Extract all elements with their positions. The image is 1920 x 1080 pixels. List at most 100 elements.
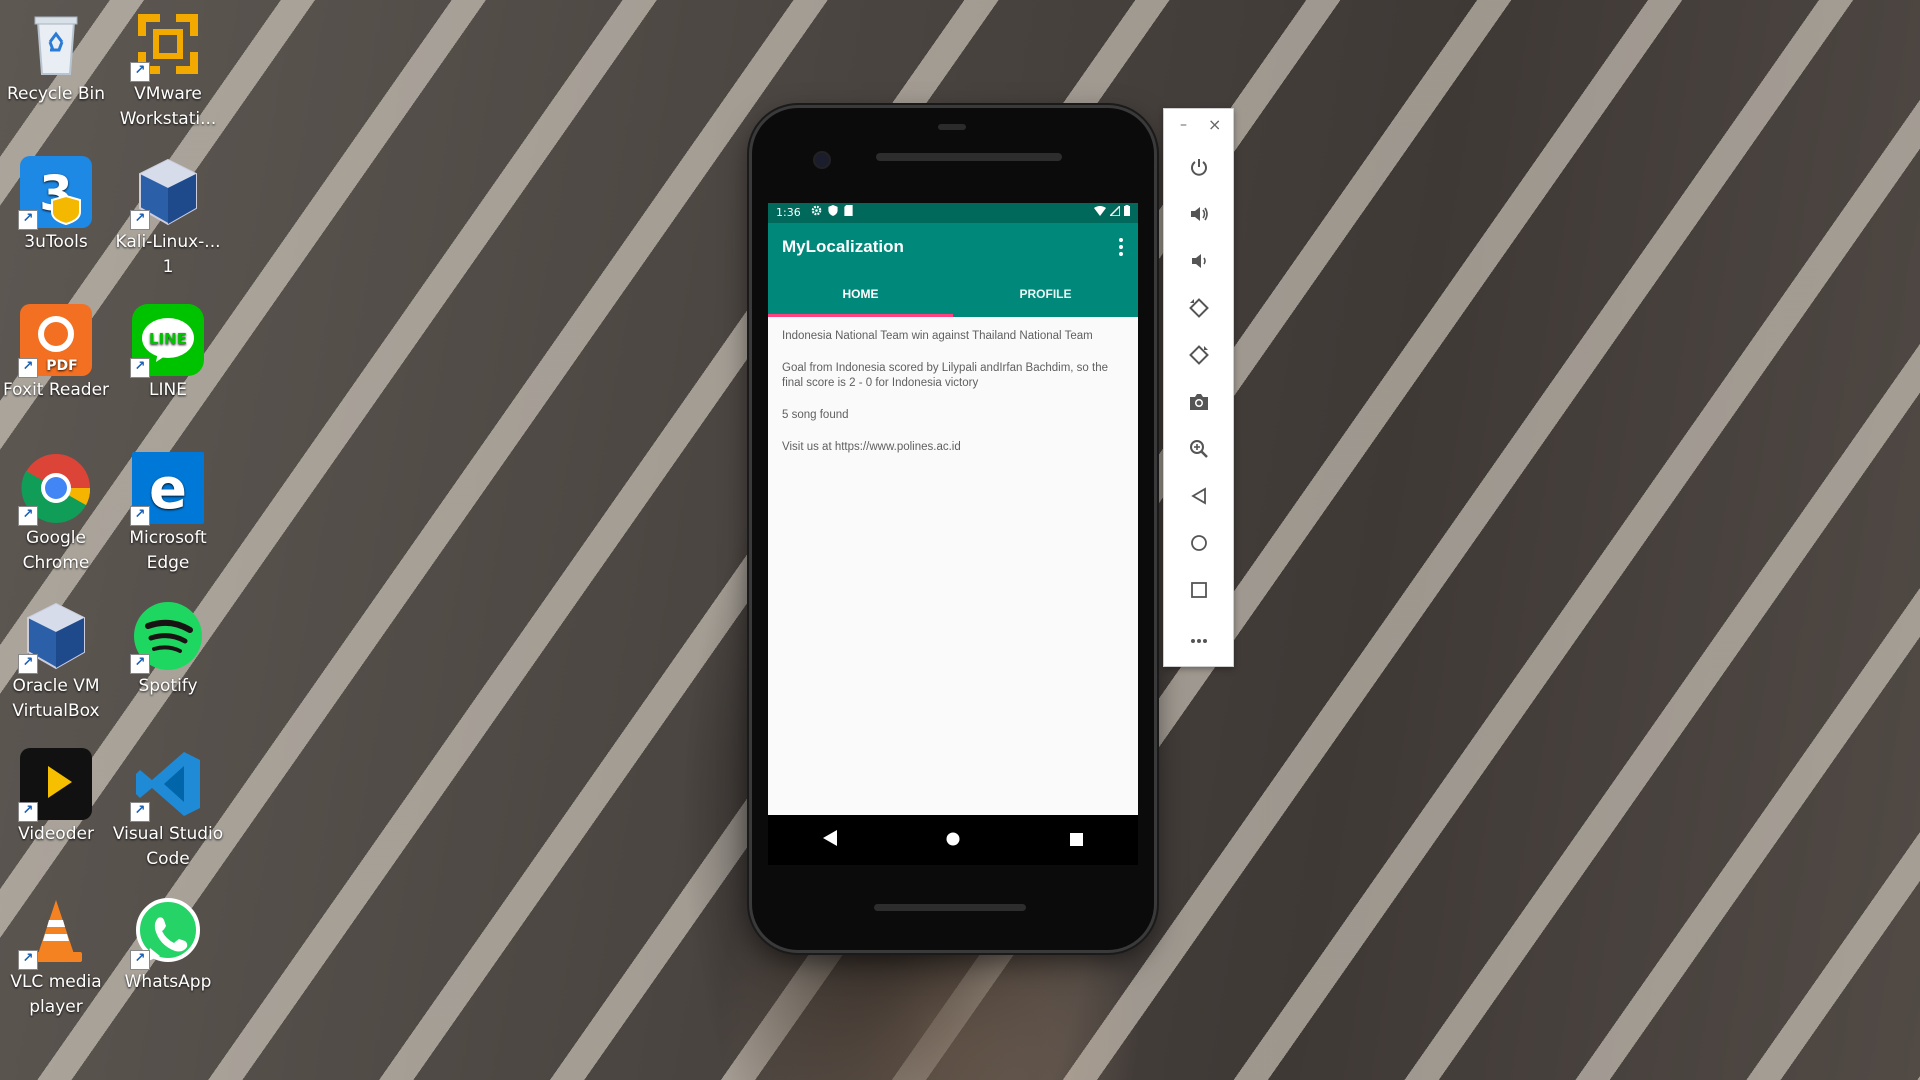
shortcut-arrow-icon: ↗ [18, 802, 38, 822]
desktop-icon-label: Kali-Linux-... 1 [115, 232, 221, 277]
desktop-icon-vmware[interactable]: ↗ VMware Workstati... [112, 0, 224, 132]
back-triangle-icon [822, 830, 837, 850]
nav-overview-button[interactable] [1056, 820, 1096, 860]
rotate-left-button[interactable] [1164, 286, 1233, 333]
app-toolbar: MyLocalization [768, 223, 1138, 275]
desktop-icon-3utools[interactable]: 3 ↗ 3uTools [0, 148, 112, 255]
microsoft-edge-icon: e ↗ [130, 452, 204, 526]
desktop-icon-microsoft-edge[interactable]: e ↗ Microsoft Edge [112, 444, 224, 576]
camera-icon [1189, 393, 1209, 415]
volume-up-button[interactable] [1164, 192, 1233, 239]
svg-text:LINE: LINE [149, 330, 187, 348]
home-button[interactable] [1164, 521, 1233, 568]
news-detail: Goal from Indonesia scored by Lilypali a… [782, 362, 1109, 389]
wifi-icon [1094, 203, 1106, 223]
oracle-virtualbox-icon: ↗ [18, 600, 92, 674]
desktop-icon-vscode[interactable]: ↗ Visual Studio Code [112, 740, 224, 872]
tab-home[interactable]: HOME [768, 275, 953, 317]
close-button[interactable]: × [1208, 115, 1221, 134]
nav-home-button[interactable] [933, 820, 973, 860]
device-speaker-bottom [874, 904, 1026, 911]
shortcut-arrow-icon: ↗ [18, 210, 38, 230]
svg-text:PDF: PDF [46, 358, 77, 374]
app-title: MyLocalization [782, 237, 904, 256]
android-emulator-device: 1:36 MyLocalization HOME PROFILE Indones… [752, 108, 1154, 950]
tab-profile[interactable]: PROFILE [953, 275, 1138, 317]
shortcut-arrow-icon: ↗ [18, 950, 38, 970]
shield-icon [828, 203, 838, 223]
device-sensor [938, 124, 966, 130]
spotify-icon: ↗ [130, 600, 204, 674]
shortcut-arrow-icon: ↗ [130, 506, 150, 526]
desktop-icon-line[interactable]: LINE ↗ LINE [112, 296, 224, 403]
zoom-button[interactable] [1164, 427, 1233, 474]
volume-down-icon [1189, 251, 1209, 275]
front-camera [813, 151, 831, 169]
desktop-icon-spotify[interactable]: ↗ Spotify [112, 592, 224, 699]
cell-signal-icon [1108, 203, 1121, 223]
vmware-workstation-icon: ↗ [130, 8, 204, 82]
foxit-reader-icon: PDF ↗ [18, 304, 92, 378]
website-link: Visit us at https://www.polines.ac.id [782, 441, 961, 453]
shortcut-arrow-icon: ↗ [18, 654, 38, 674]
desktop-icon-recycle-bin[interactable]: Recycle Bin [0, 0, 112, 107]
rotate-right-button[interactable] [1164, 333, 1233, 380]
power-button[interactable] [1164, 145, 1233, 192]
minimize-button[interactable]: – [1180, 117, 1187, 133]
google-chrome-icon: ↗ [18, 452, 92, 526]
device-earpiece [876, 153, 1062, 161]
tab-bar: HOME PROFILE [768, 275, 1138, 317]
desktop-icon-label: Microsoft Edge [129, 528, 207, 573]
status-bar: 1:36 [768, 203, 1138, 223]
shortcut-arrow-icon: ↗ [18, 506, 38, 526]
desktop-icon-foxit-reader[interactable]: PDF ↗ Foxit Reader [0, 296, 112, 403]
rotate-right-icon [1188, 344, 1210, 370]
device-screen: 1:36 MyLocalization HOME PROFILE Indones… [768, 203, 1138, 815]
home-circle-icon [946, 831, 960, 850]
screenshot-button[interactable] [1164, 380, 1233, 427]
nav-back-button[interactable] [810, 820, 850, 860]
recycle-bin-icon [20, 8, 92, 80]
desktop-icon-vlc[interactable]: ↗ VLC media player [0, 888, 112, 1020]
back-icon [1190, 486, 1207, 509]
desktop-icon-whatsapp[interactable]: ↗ WhatsApp [112, 888, 224, 995]
more-options-button[interactable] [1164, 615, 1233, 662]
shortcut-arrow-icon: ↗ [18, 358, 38, 378]
desktop-icon-label: Videoder [18, 824, 94, 844]
song-count: 5 song found [782, 409, 849, 421]
back-button[interactable] [1164, 474, 1233, 521]
android-nav-bar [768, 815, 1138, 865]
shortcut-arrow-icon: ↗ [130, 950, 150, 970]
desktop-icon-label: LINE [149, 380, 187, 400]
wallpaper-shadow [1160, 0, 1920, 1080]
desktop-icon-label: VLC media player [10, 972, 102, 1017]
desktop-icon-videoder[interactable]: ↗ Videoder [0, 740, 112, 847]
desktop-icon-label: 3uTools [24, 232, 88, 252]
shortcut-arrow-icon: ↗ [130, 802, 150, 822]
battery-icon [1124, 203, 1130, 223]
more-icon [1190, 629, 1208, 648]
shortcut-arrow-icon: ↗ [130, 62, 150, 82]
overview-square-icon [1069, 831, 1083, 850]
overflow-menu-icon[interactable] [1118, 237, 1124, 259]
desktop-icon-label: Recycle Bin [6, 84, 105, 104]
volume-up-icon [1189, 204, 1209, 228]
videoder-icon: ↗ [18, 748, 92, 822]
volume-down-button[interactable] [1164, 239, 1233, 286]
news-headline: Indonesia National Team win against Thai… [782, 330, 1093, 342]
power-icon [1189, 157, 1209, 181]
emulator-toolbar: – × [1163, 108, 1234, 667]
desktop-icon-label: Google Chrome [22, 528, 90, 573]
line-icon: LINE ↗ [130, 304, 204, 378]
shortcut-arrow-icon: ↗ [130, 654, 150, 674]
rotate-left-icon [1188, 297, 1210, 323]
desktop-icon-kali-linux[interactable]: ↗ Kali-Linux-... 1 [112, 148, 224, 280]
desktop-icon-label: Foxit Reader [2, 380, 110, 400]
desktop-icon-google-chrome[interactable]: ↗ Google Chrome [0, 444, 112, 576]
vlc-icon: ↗ [18, 896, 92, 970]
status-time: 1:36 [776, 206, 801, 219]
whatsapp-icon: ↗ [130, 896, 204, 970]
desktop-icon-oracle-virtualbox[interactable]: ↗ Oracle VM VirtualBox [0, 592, 112, 724]
overview-button[interactable] [1164, 568, 1233, 615]
kali-linux-icon: ↗ [130, 156, 204, 230]
